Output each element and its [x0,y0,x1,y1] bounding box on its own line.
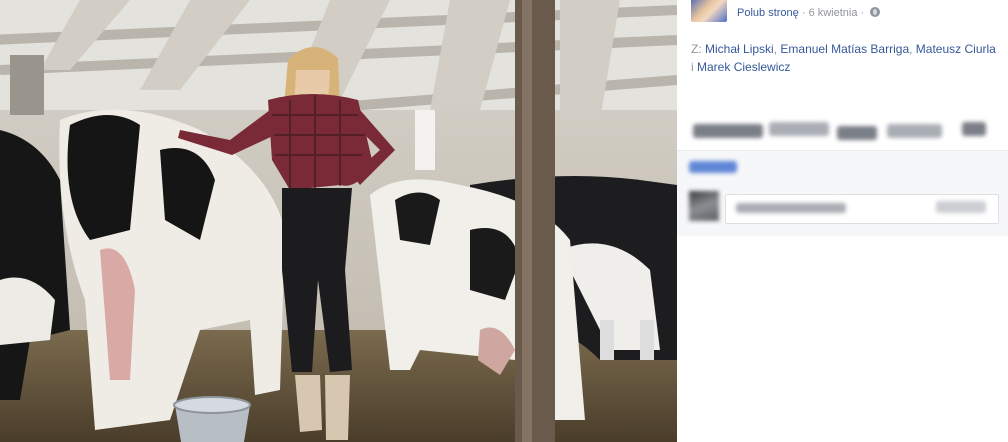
comment-input[interactable] [725,194,999,224]
tagged-person-link[interactable]: Mateusz Ciurla [916,42,996,56]
globe-icon [870,7,881,17]
post-meta: Polub stronę · 6 kwietnia · [737,7,881,19]
tags-conjunction: i [691,60,694,74]
tags-prefix: Z: [691,42,702,56]
tagged-person-link[interactable]: Michał Lipski [705,42,774,56]
page-avatar[interactable] [691,0,727,22]
redacted-text [887,124,942,138]
comment-section [677,150,1008,236]
redacted-text [962,122,986,136]
redacted-text [693,124,763,138]
tagged-people: Z: Michał Lipski, Emanuel Matías Barriga… [691,42,996,74]
tagged-person-link[interactable]: Emanuel Matías Barriga [780,42,909,56]
barn-photo-image [0,0,677,442]
redacted-text [837,126,877,140]
like-page-link[interactable]: Polub stronę [737,7,799,19]
redacted-placeholder [736,203,846,213]
post-date[interactable]: 6 kwietnia [809,7,858,19]
redacted-icons [936,201,986,213]
commenter-avatar [689,191,719,221]
post-sidebar: Polub stronę · 6 kwietnia · Z: Michał Li… [677,0,1008,442]
meta-separator: · [801,7,806,19]
redacted-text [769,122,829,136]
tagged-person-link[interactable]: Marek Cieslewicz [697,60,790,74]
meta-separator: · [860,7,865,19]
redacted-reactions [689,161,737,173]
post-photo[interactable] [0,0,677,442]
